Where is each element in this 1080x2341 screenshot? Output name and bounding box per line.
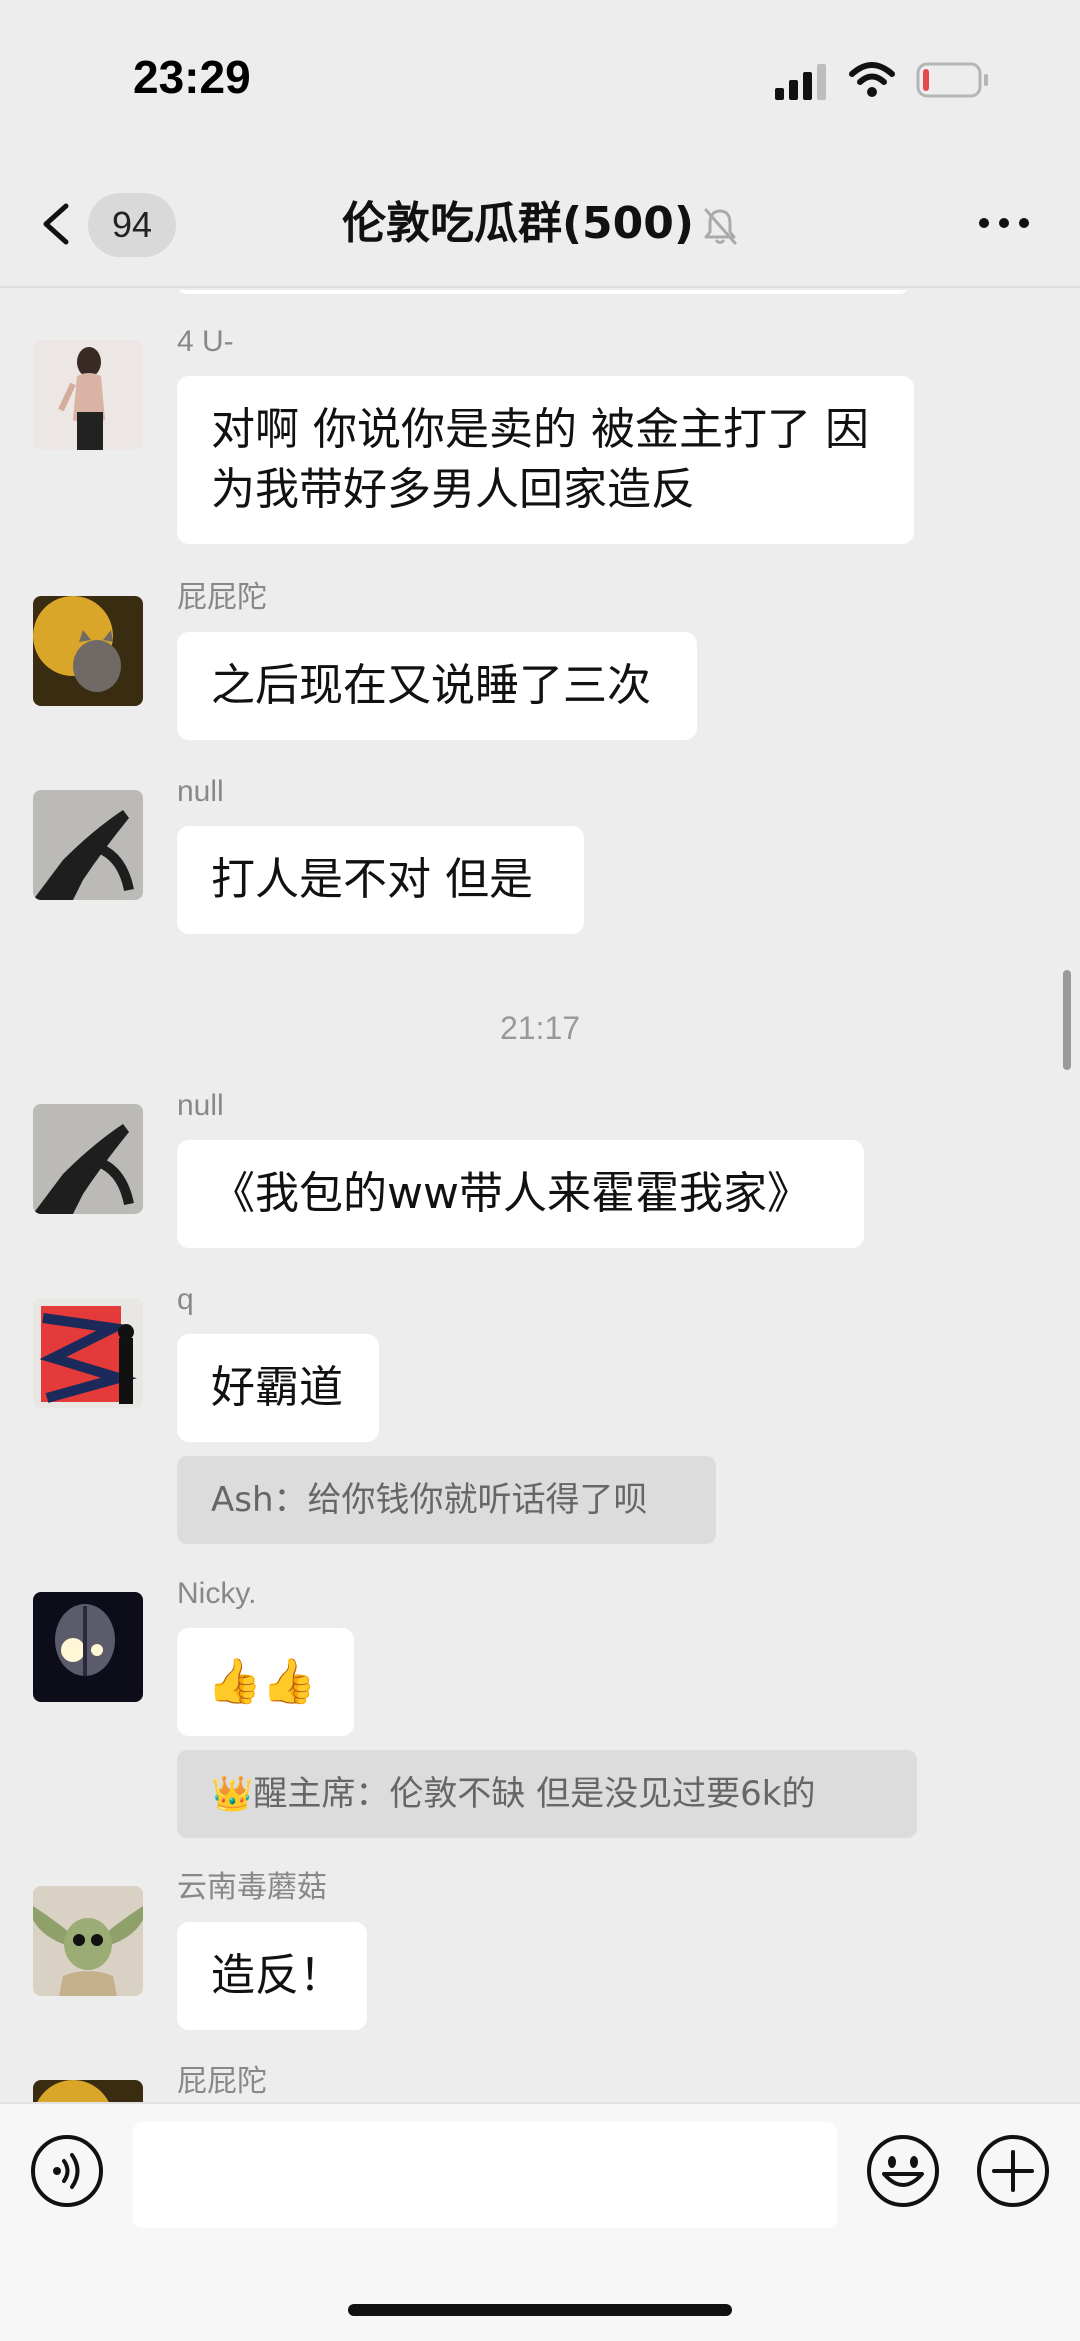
message-bubble[interactable]: 《我包的ww带人来霍霍我家》 <box>177 1140 864 1248</box>
status-bar: 23:29 <box>0 0 1080 160</box>
message-text: 《我包的ww带人来霍霍我家》 <box>211 1168 811 1219</box>
smiley-icon[interactable] <box>866 2134 940 2208</box>
cellular-signal-icon <box>775 64 826 100</box>
message-bubble[interactable]: 👍👍 <box>177 1628 354 1736</box>
group-name: 伦敦吃瓜群(500) <box>341 198 695 249</box>
sender-name: 屁屁陀 <box>177 2065 267 2098</box>
message-input[interactable] <box>133 2122 837 2228</box>
message-text: 打人是不对 但是 <box>211 854 533 905</box>
sender-name: q <box>177 1283 194 1316</box>
avatar[interactable] <box>33 596 143 706</box>
avatar[interactable] <box>33 1886 143 1996</box>
more-dots-icon[interactable] <box>978 208 1030 238</box>
bell-off-icon <box>704 208 737 245</box>
sender-name: null <box>177 775 224 808</box>
message-bubble[interactable]: 造反！ <box>177 1922 367 2030</box>
timestamp-divider: 21:17 <box>499 1010 581 1046</box>
message-bubble[interactable]: 之后现在又说睡了三次 <box>177 632 697 740</box>
message-text: 之后现在又说睡了三次 <box>211 660 651 711</box>
quoted-reply[interactable]: Ash：给你钱你就听话得了呗 <box>177 1456 716 1544</box>
chat-title: 伦敦吃瓜群(500) <box>0 192 1080 256</box>
message-text: 造反！ <box>211 1950 343 2001</box>
quoted-text: Ash：给你钱你就听话得了呗 <box>211 1480 648 1520</box>
avatar[interactable] <box>33 2080 143 2102</box>
sender-name: null <box>177 1089 224 1122</box>
sender-name: 屁屁陀 <box>177 581 267 614</box>
message-text-line: 为我带好多男人回家造反 <box>211 464 695 515</box>
message-bubble[interactable]: 好霸道 <box>177 1334 379 1442</box>
quoted-reply[interactable]: 👑醒主席：伦敦不缺 但是没见过要6k的 <box>177 1750 917 1838</box>
quoted-text: 👑醒主席：伦敦不缺 但是没见过要6k的 <box>211 1774 816 1814</box>
message-bubble[interactable]: 打人是不对 但是 <box>177 826 584 934</box>
avatar[interactable] <box>33 340 143 450</box>
status-time: 23:29 <box>133 51 251 103</box>
voice-icon[interactable] <box>30 2134 104 2208</box>
home-indicator[interactable] <box>348 2304 732 2316</box>
message-text: 好霸道 <box>211 1362 343 1413</box>
message-text-line: 对啊 你说你是卖的 被金主打了 因 <box>211 404 869 455</box>
plus-circle-icon[interactable] <box>976 2134 1050 2208</box>
sender-name: 4 U- <box>177 325 234 358</box>
avatar[interactable] <box>33 1592 143 1702</box>
sender-name: 云南毒蘑菇 <box>177 1871 327 1904</box>
previous-message-bubble <box>177 290 909 294</box>
message-emoji: 👍👍 <box>207 1656 317 1707</box>
message-bubble[interactable]: 对啊 你说你是卖的 被金主打了 因 为我带好多男人回家造反 <box>177 376 914 544</box>
avatar[interactable] <box>33 790 143 900</box>
wifi-icon <box>849 62 895 97</box>
avatar[interactable] <box>33 1104 143 1214</box>
message-list[interactable]: 4 U- 对啊 你说你是卖的 被金主打了 因 为我带好多男人回家造反 屁屁陀 之… <box>0 290 1080 2102</box>
avatar[interactable] <box>33 1298 143 1408</box>
sender-name: Nicky. <box>177 1577 257 1610</box>
scrollbar[interactable] <box>1063 970 1071 1070</box>
battery-icon <box>916 62 988 98</box>
chat-header: 94 伦敦吃瓜群(500) <box>0 160 1080 288</box>
